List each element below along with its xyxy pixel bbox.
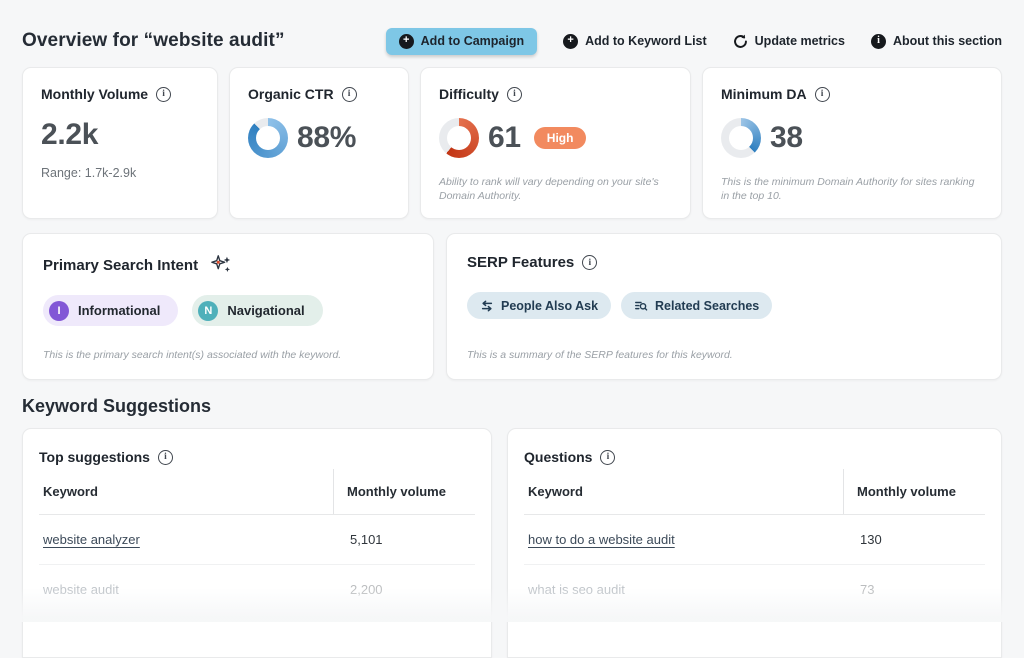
serp-features-card: SERP Features i People Also Ask xyxy=(446,233,1002,380)
add-to-campaign-label: Add to Campaign xyxy=(421,34,524,48)
chip-label: People Also Ask xyxy=(501,299,598,313)
info-filled-icon xyxy=(871,34,886,49)
top-suggestions-title: Top suggestions xyxy=(39,449,150,465)
primary-search-intent-title: Primary Search Intent xyxy=(43,257,198,274)
about-section-button[interactable]: About this section xyxy=(871,34,1002,49)
about-section-label: About this section xyxy=(893,34,1002,48)
serp-features-title: SERP Features xyxy=(467,254,574,271)
monthly-volume-value: 2.2k xyxy=(41,118,98,152)
table-row: what is seo audit 73 xyxy=(524,565,985,614)
top-bar: Overview for “website audit” Add to Camp… xyxy=(22,26,1002,56)
monthly-volume-card: Monthly Volume i 2.2k Range: 1.7k-2.9k xyxy=(22,67,218,219)
keyword-link[interactable]: how to do a website audit xyxy=(528,532,675,547)
top-suggestions-card: Top suggestions i Keyword Monthly volume… xyxy=(22,428,492,658)
refresh-icon xyxy=(733,34,748,49)
questions-title: Questions xyxy=(524,449,592,465)
serp-feature-chips: People Also Ask Related Searches xyxy=(467,292,981,319)
organic-ctr-title: Organic CTR xyxy=(248,86,334,102)
plus-circle-icon xyxy=(563,34,578,49)
monthly-volume-title: Monthly Volume xyxy=(41,86,148,102)
organic-ctr-value: 88% xyxy=(297,121,356,155)
difficulty-donut xyxy=(439,118,479,158)
chip-label: Related Searches xyxy=(655,299,759,313)
table-row: how to do a website audit 130 xyxy=(524,515,985,565)
keyword-link[interactable]: website audit xyxy=(43,582,119,597)
organic-ctr-donut xyxy=(248,118,288,158)
update-metrics-button[interactable]: Update metrics xyxy=(733,34,845,49)
suggestion-tables-row: Top suggestions i Keyword Monthly volume… xyxy=(22,428,1002,658)
update-metrics-label: Update metrics xyxy=(755,34,845,48)
swap-arrows-icon xyxy=(480,299,494,313)
intent-badge-informational: I Informational xyxy=(43,295,178,326)
keyword-link[interactable]: what is seo audit xyxy=(528,582,625,597)
top-suggestions-table: Keyword Monthly volume website analyzer … xyxy=(39,469,475,614)
intent-note: This is the primary search intent(s) ass… xyxy=(43,348,413,363)
info-icon[interactable]: i xyxy=(600,450,615,465)
info-icon[interactable]: i xyxy=(156,87,171,102)
minimum-da-value: 38 xyxy=(770,121,803,155)
page-title: Overview for “website audit” xyxy=(22,30,285,52)
monthly-volume-cell: 2,200 xyxy=(333,565,475,614)
difficulty-card: Difficulty i 61 High Ability to rank wil… xyxy=(420,67,691,219)
intent-badge-navigational: N Navigational xyxy=(192,295,322,326)
info-icon[interactable]: i xyxy=(815,87,830,102)
header-actions: Add to Campaign Add to Keyword List Upda… xyxy=(386,28,1002,55)
serp-note: This is a summary of the SERP features f… xyxy=(467,348,981,363)
info-icon[interactable]: i xyxy=(342,87,357,102)
table-header-row: Keyword Monthly volume xyxy=(39,469,475,515)
column-header-keyword: Keyword xyxy=(39,469,333,514)
add-to-campaign-button[interactable]: Add to Campaign xyxy=(386,28,537,55)
add-to-keyword-list-label: Add to Keyword List xyxy=(585,34,707,48)
chip-people-also-ask: People Also Ask xyxy=(467,292,611,319)
keyword-link[interactable]: website analyzer xyxy=(43,532,140,547)
metric-cards-row: Monthly Volume i 2.2k Range: 1.7k-2.9k O… xyxy=(22,67,1002,219)
list-search-icon xyxy=(634,299,648,313)
plus-circle-icon xyxy=(399,34,414,49)
difficulty-value: 61 xyxy=(488,121,521,155)
primary-search-intent-card: Primary Search Intent I Informational N … xyxy=(22,233,434,380)
intent-badge-label: Informational xyxy=(78,303,160,318)
info-icon[interactable]: i xyxy=(158,450,173,465)
monthly-volume-cell: 5,101 xyxy=(333,515,475,564)
organic-ctr-card: Organic CTR i 88% xyxy=(229,67,409,219)
intent-badge-label: Navigational xyxy=(227,303,304,318)
table-row: website analyzer 5,101 xyxy=(39,515,475,565)
info-icon[interactable]: i xyxy=(582,255,597,270)
column-header-monthly-volume: Monthly volume xyxy=(843,469,985,514)
minimum-da-donut xyxy=(721,118,761,158)
navigational-initial-icon: N xyxy=(198,301,218,321)
ai-sparkles-icon xyxy=(210,254,232,276)
keyword-overview-page: Overview for “website audit” Add to Camp… xyxy=(0,0,1024,658)
questions-card: Questions i Keyword Monthly volume how t… xyxy=(507,428,1002,658)
chip-related-searches: Related Searches xyxy=(621,292,772,319)
add-to-keyword-list-button[interactable]: Add to Keyword List xyxy=(563,34,707,49)
minimum-da-title: Minimum DA xyxy=(721,86,807,102)
questions-table: Keyword Monthly volume how to do a websi… xyxy=(524,469,985,614)
monthly-volume-cell: 73 xyxy=(843,565,985,614)
keyword-suggestions-heading: Keyword Suggestions xyxy=(22,396,1002,417)
difficulty-title: Difficulty xyxy=(439,86,499,102)
monthly-volume-cell: 130 xyxy=(843,515,985,564)
informational-initial-icon: I xyxy=(49,301,69,321)
table-row: website audit 2,200 xyxy=(39,565,475,614)
column-header-keyword: Keyword xyxy=(524,469,843,514)
intent-badges: I Informational N Navigational xyxy=(43,295,413,326)
difficulty-note: Ability to rank will vary depending on y… xyxy=(439,175,672,204)
monthly-volume-range: Range: 1.7k-2.9k xyxy=(41,166,199,180)
table-header-row: Keyword Monthly volume xyxy=(524,469,985,515)
column-header-monthly-volume: Monthly volume xyxy=(333,469,475,514)
difficulty-level-badge: High xyxy=(534,127,587,149)
minimum-da-note: This is the minimum Domain Authority for… xyxy=(721,175,983,204)
intent-serp-row: Primary Search Intent I Informational N … xyxy=(22,233,1002,380)
info-icon[interactable]: i xyxy=(507,87,522,102)
minimum-da-card: Minimum DA i 38 This is the minimum Doma… xyxy=(702,67,1002,219)
